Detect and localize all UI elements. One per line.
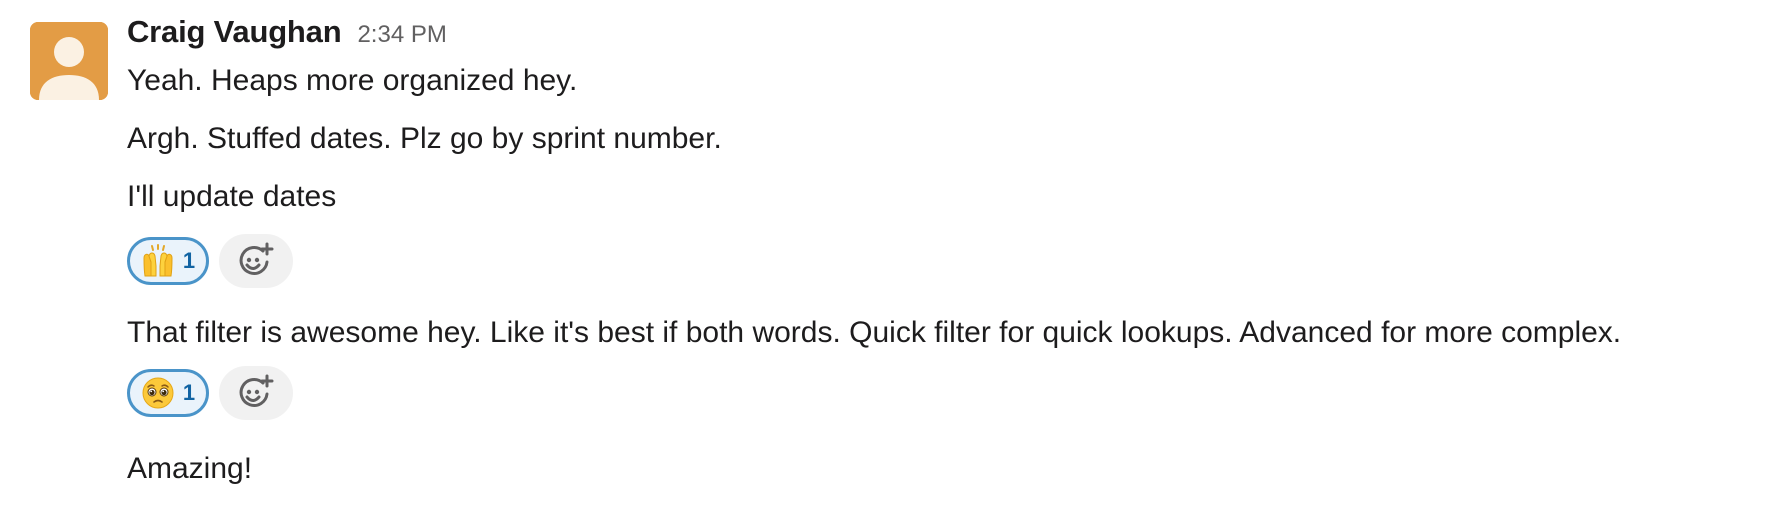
pleading-face-icon <box>142 377 174 409</box>
message-group: Craig Vaughan 2:34 PM Yeah. Heaps more o… <box>127 14 1777 500</box>
reaction-count: 1 <box>182 380 196 405</box>
message-text: I'll update dates <box>127 180 337 213</box>
add-reaction-button[interactable] <box>219 234 293 288</box>
message-text: That filter is awesome hey. Like it's be… <box>127 316 1622 349</box>
raising-hands-icon <box>143 244 173 277</box>
message-text: Argh. Stuffed dates. Plz go by sprint nu… <box>127 122 722 155</box>
reaction-bar: 1 <box>127 366 1777 420</box>
author-name[interactable]: Craig Vaughan <box>127 14 342 50</box>
reaction-count: 1 <box>182 248 196 273</box>
message-header: Craig Vaughan 2:34 PM <box>127 14 1777 62</box>
reaction-raising-hands[interactable]: 1 <box>127 237 209 285</box>
add-reaction-icon <box>239 374 274 407</box>
timestamp[interactable]: 2:34 PM <box>357 21 446 49</box>
reaction-pleading-face[interactable]: 1 <box>127 369 209 417</box>
default-user-icon <box>30 22 108 100</box>
reaction-bar: 1 <box>127 234 1777 288</box>
add-reaction-button[interactable] <box>219 366 293 420</box>
message-text: Yeah. Heaps more organized hey. <box>127 64 578 97</box>
message-text: Amazing! <box>127 452 253 485</box>
avatar[interactable] <box>30 22 108 100</box>
add-reaction-icon <box>239 242 274 275</box>
